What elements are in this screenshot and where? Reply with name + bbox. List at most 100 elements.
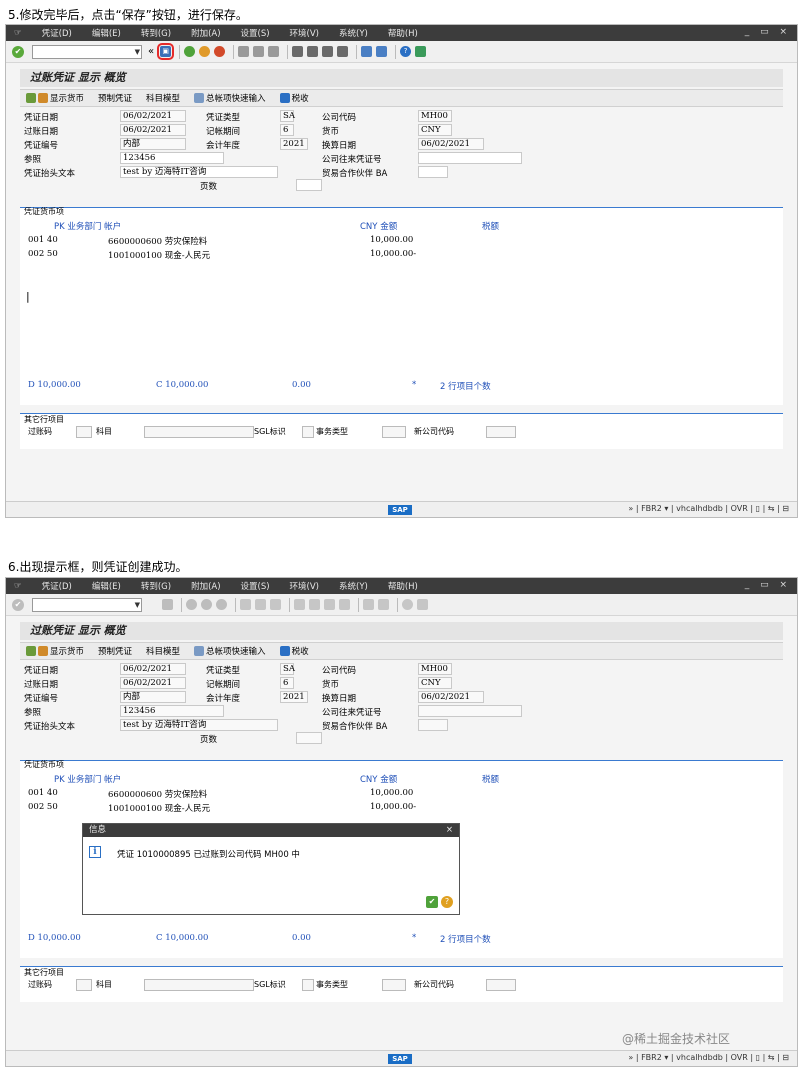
ref-field-2[interactable]: 123456 xyxy=(120,705,224,717)
save-icon-2[interactable] xyxy=(162,599,173,610)
partner-field-2[interactable] xyxy=(418,719,448,731)
menu-help-2[interactable]: 帮助(H) xyxy=(388,580,418,592)
tax-button-2[interactable]: 税收 xyxy=(279,645,309,657)
sgl-field[interactable] xyxy=(302,426,314,438)
cancel-icon-2[interactable] xyxy=(216,599,227,610)
menu-icon-2[interactable]: ☞ xyxy=(14,581,22,591)
header-text-field[interactable]: test by 迈海特IT咨询 xyxy=(120,166,278,178)
park-document-button-2[interactable]: 预制凭证 xyxy=(98,645,132,657)
account-model-button-2[interactable]: 科目模型 xyxy=(146,645,180,657)
next-page-icon[interactable] xyxy=(322,46,334,57)
window-controls-2[interactable]: _ ▭ × xyxy=(745,580,791,590)
gl-field[interactable] xyxy=(76,426,92,438)
exit-icon-2[interactable] xyxy=(201,599,212,610)
continue-check-icon[interactable]: ✔ xyxy=(426,896,438,908)
page-field-2[interactable] xyxy=(296,732,322,744)
doc-date-field-2[interactable]: 06/02/2021 xyxy=(120,663,186,675)
ic-field-2[interactable] xyxy=(418,705,522,717)
gl-field-2[interactable] xyxy=(76,979,92,991)
item-row-1-no[interactable]: 001 40 xyxy=(28,235,58,245)
back-icon[interactable] xyxy=(184,46,196,57)
tax-button[interactable]: 税收 xyxy=(279,92,309,104)
page-field[interactable] xyxy=(296,179,322,191)
cancel-icon[interactable] xyxy=(214,46,226,57)
currency-field-2[interactable]: CNY xyxy=(418,677,452,689)
chevron-down-icon-2[interactable]: ▼ xyxy=(135,599,140,612)
system-info-2[interactable]: » | FBR2 ▾ | vhcalhdbdb | OVR | ▯ | ⇆ | … xyxy=(628,1053,789,1062)
enter-check-icon-2[interactable]: ✔ xyxy=(12,598,24,611)
period-field[interactable]: 6 xyxy=(280,124,294,136)
menu-environment[interactable]: 环境(V) xyxy=(290,27,319,39)
find-icon-2[interactable] xyxy=(255,599,266,610)
currency-field[interactable]: CNY xyxy=(418,124,452,136)
item-row-2-amount[interactable]: 10,000.00- xyxy=(370,249,416,259)
ic-field[interactable] xyxy=(418,152,522,164)
enter-check-icon[interactable]: ✔ xyxy=(12,45,24,58)
new-session-icon-2[interactable] xyxy=(363,599,374,610)
first-page-icon-2[interactable] xyxy=(294,599,305,610)
menu-document[interactable]: 凭证(D) xyxy=(42,27,72,39)
dialog-close-icon[interactable]: × xyxy=(446,824,453,837)
menu-system[interactable]: 系统(Y) xyxy=(339,27,368,39)
shortcut-icon[interactable] xyxy=(376,46,388,57)
newco-field-2[interactable] xyxy=(486,979,516,991)
account-model-button[interactable]: 科目模型 xyxy=(146,92,180,104)
exit-icon[interactable] xyxy=(199,46,211,57)
item-row-1-account[interactable]: 6600000600 劳灾保险料 xyxy=(108,235,207,247)
period-field-2[interactable]: 6 xyxy=(280,677,294,689)
window-controls[interactable]: _ ▭ × xyxy=(745,27,791,37)
trans-field-2[interactable] xyxy=(382,979,406,991)
trans-date-field-2[interactable]: 06/02/2021 xyxy=(418,691,484,703)
shortcut-icon-2[interactable] xyxy=(378,599,389,610)
acct-field[interactable] xyxy=(144,426,254,438)
help-icon[interactable]: ? xyxy=(400,46,412,57)
menu-extras[interactable]: 附加(A) xyxy=(191,27,220,39)
last-page-icon[interactable] xyxy=(337,46,349,57)
help-icon-2[interactable] xyxy=(402,599,413,610)
previous-page-icon[interactable] xyxy=(307,46,319,57)
doc-type-field-2[interactable]: SA xyxy=(280,663,295,675)
newco-field[interactable] xyxy=(486,426,516,438)
command-field-2[interactable]: ▼ xyxy=(32,597,142,612)
command-field[interactable]: ▼ xyxy=(32,44,142,59)
doc-type-field[interactable]: SA xyxy=(280,110,295,122)
last-page-icon-2[interactable] xyxy=(339,599,350,610)
sgl-field-2[interactable] xyxy=(302,979,314,991)
item-row-2-amount-2[interactable]: 10,000.00- xyxy=(370,802,416,812)
item-row-1-account-2[interactable]: 6600000600 劳灾保险料 xyxy=(108,788,207,800)
fiscal-year-field-2[interactable]: 2021 xyxy=(280,691,308,703)
save-icon[interactable]: ▣ xyxy=(157,43,175,60)
menu-goto[interactable]: 转到(G) xyxy=(141,27,171,39)
item-row-1-no-2[interactable]: 001 40 xyxy=(28,788,58,798)
next-page-icon-2[interactable] xyxy=(324,599,335,610)
print-icon[interactable] xyxy=(238,46,250,57)
item-row-2-account-2[interactable]: 1001000100 现金-人民元 xyxy=(108,802,210,814)
header-text-field-2[interactable]: test by 迈海特IT咨询 xyxy=(120,719,278,731)
menu-settings-2[interactable]: 设置(S) xyxy=(241,580,270,592)
system-info[interactable]: » | FBR2 ▾ | vhcalhdbdb | OVR | ▯ | ⇆ | … xyxy=(628,504,789,513)
acct-field-2[interactable] xyxy=(144,979,254,991)
item-row-2-no-2[interactable]: 002 50 xyxy=(28,802,58,812)
doc-no-field[interactable]: 内部 xyxy=(120,138,186,150)
gl-fast-entry-button-2[interactable]: 总帐项快速输入 xyxy=(194,645,266,657)
item-row-2-account[interactable]: 1001000100 现金-人民元 xyxy=(108,249,210,261)
item-row-1-amount[interactable]: 10,000.00 xyxy=(370,235,413,245)
menu-environment-2[interactable]: 环境(V) xyxy=(290,580,319,592)
gl-fast-entry-button[interactable]: 总帐项快速输入 xyxy=(194,92,266,104)
menu-edit[interactable]: 编辑(E) xyxy=(92,27,121,39)
menu-document-2[interactable]: 凭证(D) xyxy=(42,580,72,592)
menu-icon[interactable]: ☞ xyxy=(14,28,22,38)
menu-extras-2[interactable]: 附加(A) xyxy=(191,580,220,592)
trans-field[interactable] xyxy=(382,426,406,438)
menu-goto-2[interactable]: 转到(G) xyxy=(141,580,171,592)
company-field-2[interactable]: MH00 xyxy=(418,663,452,675)
partner-field[interactable] xyxy=(418,166,448,178)
layout-icon[interactable] xyxy=(415,46,427,57)
history-icon[interactable]: « xyxy=(148,46,154,57)
find-icon[interactable] xyxy=(253,46,265,57)
first-page-icon[interactable] xyxy=(292,46,304,57)
doc-no-field-2[interactable]: 内部 xyxy=(120,691,186,703)
post-date-field-2[interactable]: 06/02/2021 xyxy=(120,677,186,689)
menu-settings[interactable]: 设置(S) xyxy=(241,27,270,39)
park-document-button[interactable]: 预制凭证 xyxy=(98,92,132,104)
